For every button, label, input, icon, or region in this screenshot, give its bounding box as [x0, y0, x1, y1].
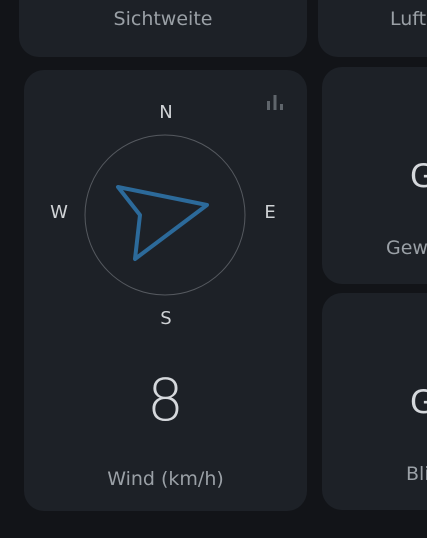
thunderstorm-card[interactable]: G Gew	[322, 67, 427, 284]
humidity-card[interactable]: Luft	[318, 0, 427, 57]
compass-east-label: E	[264, 202, 276, 223]
wind-speed-label: Wind (km/h)	[107, 468, 224, 490]
wind-direction-arrow	[116, 185, 209, 261]
compass-south-label: S	[160, 308, 172, 329]
humidity-label: Luft	[390, 8, 427, 30]
visibility-card[interactable]: Sichtweite	[19, 0, 307, 57]
dashboard-canvas: Sichtweite Luft N W E S 8 Wind (km/h) G …	[0, 0, 427, 538]
lightning-value: G	[410, 383, 427, 421]
lightning-card[interactable]: G Bli	[322, 293, 427, 510]
wind-speed-value: 8	[147, 366, 184, 434]
thunderstorm-value: G	[410, 157, 427, 195]
wind-compass	[84, 134, 246, 296]
compass-ring	[84, 134, 246, 296]
bar-chart-icon[interactable]	[266, 94, 284, 110]
compass-north-label: N	[159, 102, 173, 123]
wind-card[interactable]: N W E S 8 Wind (km/h)	[24, 70, 307, 511]
compass-west-label: W	[50, 202, 68, 223]
lightning-label: Bli	[406, 463, 427, 485]
visibility-label: Sichtweite	[113, 8, 213, 30]
thunderstorm-label: Gew	[386, 237, 427, 259]
